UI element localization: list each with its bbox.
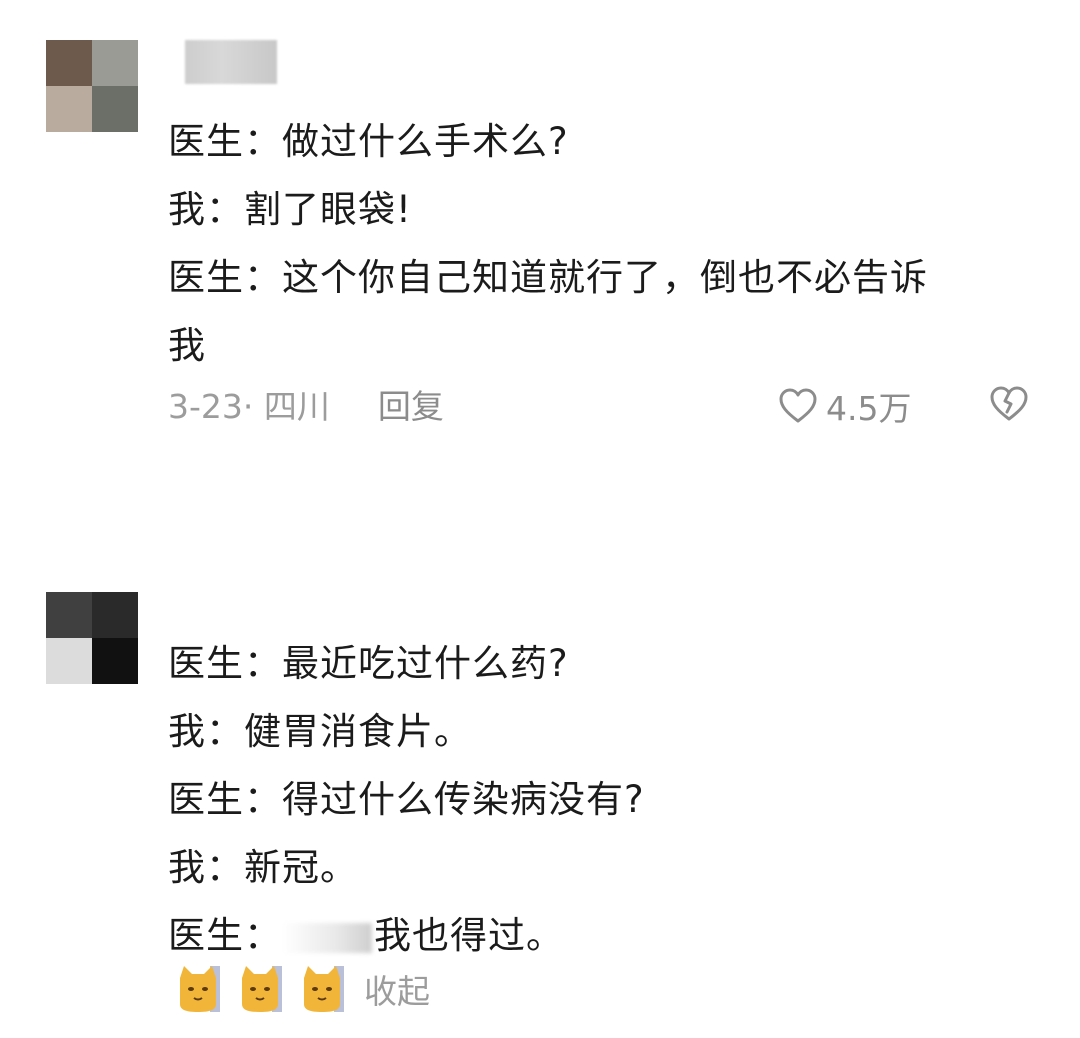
cat-face-emoji [300,964,344,1014]
comment-line: 我 [168,324,206,367]
redacted-blur [282,922,372,953]
like-button[interactable]: 4.5万 [778,382,911,430]
collapse-button[interactable]: 收起 [364,965,430,1013]
comment-meta: 3-23· 四川 回复 [168,380,444,428]
heart-outline-icon [779,388,817,423]
comment-line: 医生：最近吃过什么药? [168,642,569,685]
avatar[interactable] [46,592,138,684]
comment-line: 我：健胃消食片。 [168,710,472,753]
comment-text: 医生：做过什么手术么? 我：割了眼袋! 医生：这个你自己知道就行了，倒也不必告诉… [168,108,1028,380]
broken-heart-icon [990,386,1028,421]
comment-line: 医生：这个你自己知道就行了，倒也不必告诉 [168,256,928,299]
username-redacted [185,40,277,84]
comment-card: 医生：最近吃过什么药? 我：健胃消食片。 医生：得过什么传染病没有? 我：新冠。… [0,560,1080,1038]
cat-face-emoji [176,964,220,1014]
comment-card: 医生：做过什么手术么? 我：割了眼袋! 医生：这个你自己知道就行了，倒也不必告诉… [0,0,1080,470]
line-prefix: 医生： [168,914,282,957]
dislike-button[interactable] [988,384,1030,426]
like-count: 4.5万 [826,389,912,428]
comment-line: 我：割了眼袋! [168,188,412,231]
comment-text: 医生：最近吃过什么药? 我：健胃消食片。 医生：得过什么传染病没有? 我：新冠。… [168,630,1028,970]
comment-line: 医生：做过什么手术么? [168,120,569,163]
comment-line: 医生： 我也得过。 [168,902,1028,970]
line-suffix: 我也得过。 [374,914,564,957]
comment-line: 我：新冠。 [168,846,358,889]
avatar[interactable] [46,40,138,132]
emoji-row: 收起 [176,964,430,1014]
comment-date-location: 3-23· 四川 [168,387,330,426]
cat-face-emoji [238,964,282,1014]
comment-line: 医生：得过什么传染病没有? [168,778,645,821]
reply-button[interactable]: 回复 [378,380,444,428]
